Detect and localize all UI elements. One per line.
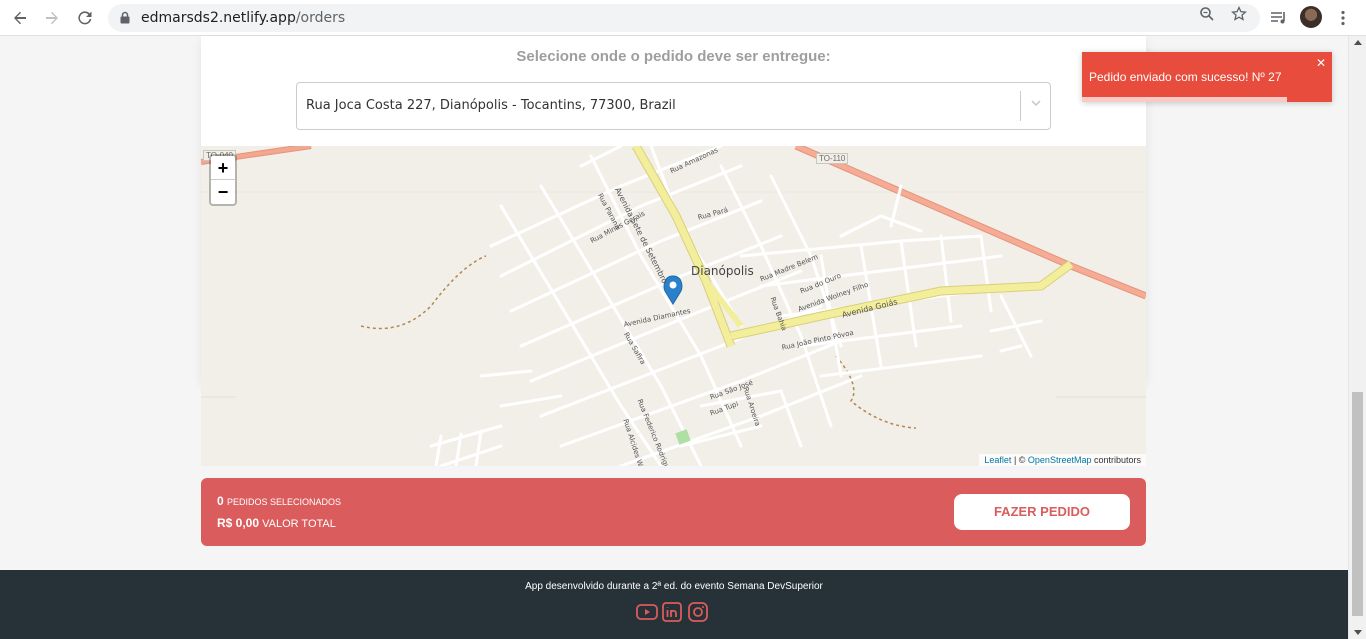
total-value: R$ 0,00 VALOR TOTAL (217, 516, 336, 530)
order-summary-bar: 0 PEDIDOS SELECIONADOS R$ 0,00 VALOR TOT… (201, 478, 1146, 546)
lock-icon (120, 11, 130, 24)
scroll-up-icon[interactable] (1354, 40, 1362, 45)
success-toast: Pedido enviado com sucesso! Nº 27 ✕ (1082, 52, 1332, 102)
close-icon[interactable]: ✕ (1316, 56, 1326, 70)
chevron-down-icon[interactable] (1030, 97, 1042, 112)
profile-avatar[interactable] (1300, 6, 1322, 28)
forward-button[interactable] (40, 6, 64, 30)
footer: App desenvolvido durante a 2ª ed. do eve… (0, 570, 1348, 639)
social-icons (636, 602, 708, 622)
youtube-icon[interactable] (636, 602, 658, 622)
reload-icon (78, 11, 92, 25)
scrollbar-thumb[interactable] (1352, 392, 1363, 616)
delivery-map[interactable]: TO-110 TO-040 Dianópolis Avenida Sete de… (201, 146, 1146, 466)
star-icon[interactable] (1231, 6, 1247, 22)
arrow-left-icon (14, 11, 26, 25)
map-tiles (201, 146, 1146, 466)
linkedin-icon[interactable] (662, 602, 682, 622)
place-order-button[interactable]: FAZER PEDIDO (954, 494, 1130, 530)
reload-button[interactable] (73, 6, 97, 30)
road-tag-to110: TO-110 (816, 153, 849, 164)
osm-link[interactable]: OpenStreetMap (1028, 455, 1092, 465)
delivery-title: Selecione onde o pedido deve ser entregu… (516, 48, 831, 65)
media-queue-icon[interactable] (1270, 10, 1288, 26)
page-scrollbar[interactable] (1348, 36, 1366, 639)
url-text: edmarsds2.netlify.app/orders (141, 10, 346, 26)
arrow-right-icon (46, 11, 58, 25)
scroll-down-icon[interactable] (1354, 630, 1362, 635)
address-bar[interactable]: edmarsds2.netlify.app/orders (108, 4, 1260, 32)
footer-text: App desenvolvido durante a 2ª ed. do eve… (525, 581, 823, 592)
city-label: Dianópolis (691, 264, 754, 278)
address-select[interactable]: Rua Joca Costa 227, Dianópolis - Tocanti… (296, 82, 1051, 130)
toast-progress-bar (1082, 97, 1287, 102)
instagram-icon[interactable] (688, 602, 708, 622)
zoom-magnifier-icon[interactable] (1199, 6, 1215, 22)
more-vert-icon[interactable] (1340, 10, 1346, 26)
zoom-control: + − (209, 154, 237, 206)
select-separator (1020, 91, 1021, 121)
zoom-in-button[interactable]: + (211, 156, 235, 180)
browser-toolbar: edmarsds2.netlify.app/orders (0, 0, 1366, 36)
selected-count: 0 PEDIDOS SELECIONADOS (217, 494, 342, 508)
map-attribution: Leaflet | © OpenStreetMap contributors (979, 454, 1146, 466)
back-button[interactable] (8, 6, 32, 30)
zoom-out-button[interactable]: − (211, 180, 235, 204)
orders-page: Selecione onde o pedido deve ser entregu… (0, 36, 1348, 639)
address-value: Rua Joca Costa 227, Dianópolis - Tocanti… (306, 98, 676, 113)
toast-message: Pedido enviado com sucesso! Nº 27 (1089, 70, 1282, 84)
leaflet-link[interactable]: Leaflet (984, 455, 1011, 465)
